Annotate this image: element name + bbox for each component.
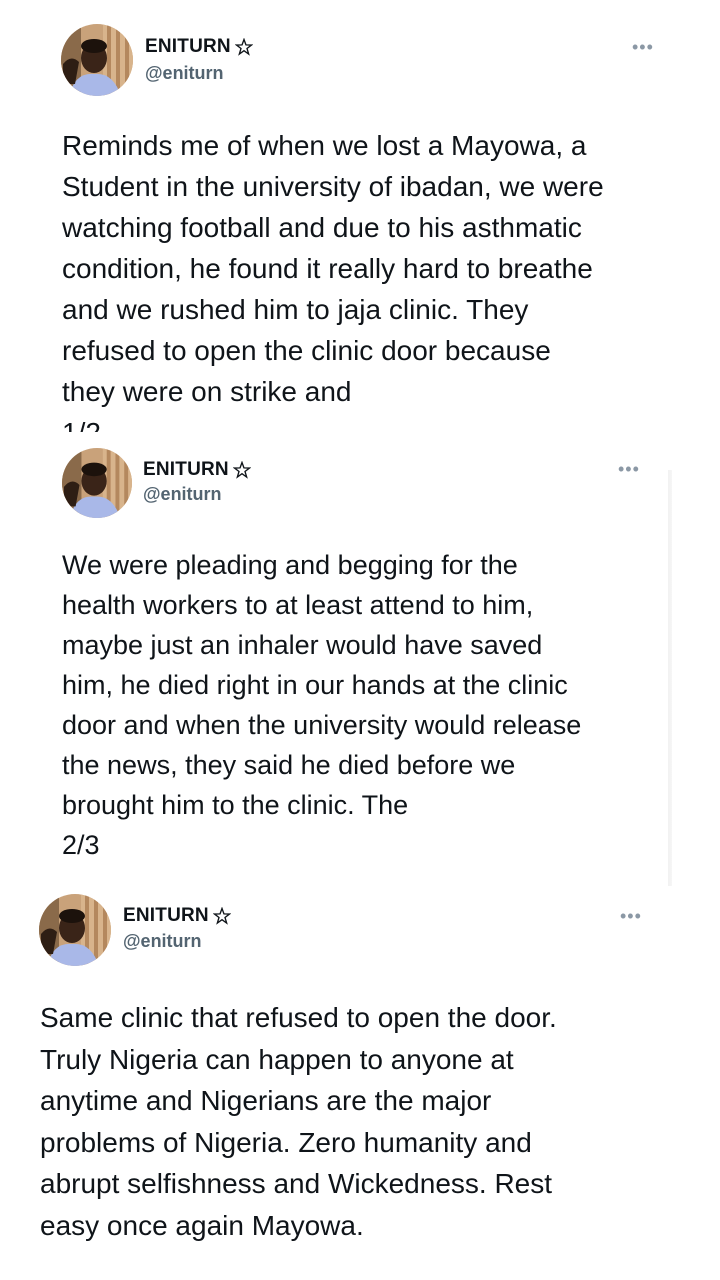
star-icon	[212, 906, 232, 925]
avatar[interactable]	[39, 894, 111, 966]
avatar-photo	[39, 894, 111, 966]
display-name-row[interactable]: ENITURN	[123, 905, 232, 927]
more-horizontal-icon[interactable]: •••	[618, 460, 640, 478]
avatar-photo	[62, 448, 132, 518]
tweet-text: We were pleading and begging for the hea…	[62, 550, 582, 860]
divider-shadow	[668, 470, 672, 890]
display-name[interactable]: ENITURN	[145, 36, 231, 58]
display-name[interactable]: ENITURN	[123, 905, 209, 927]
tweet-3: ENITURN @eniturn ••• Same clinic that re…	[0, 886, 720, 1280]
more-horizontal-icon[interactable]: •••	[620, 907, 642, 925]
user-handle[interactable]: @eniturn	[143, 484, 222, 505]
avatar[interactable]	[61, 24, 133, 96]
display-name-row[interactable]: ENITURN	[145, 36, 254, 58]
tweet-text: Same clinic that refused to open the doo…	[40, 1002, 557, 1241]
user-handle[interactable]: @eniturn	[145, 63, 224, 84]
more-horizontal-icon[interactable]: •••	[632, 38, 654, 56]
user-handle[interactable]: @eniturn	[123, 931, 202, 952]
display-name-row[interactable]: ENITURN	[143, 459, 252, 481]
star-icon	[232, 460, 252, 479]
avatar[interactable]	[62, 448, 132, 518]
display-name[interactable]: ENITURN	[143, 459, 229, 481]
tweet-text: Reminds me of when we lost a Mayowa, a S…	[62, 130, 604, 432]
star-icon	[234, 37, 254, 56]
avatar-photo	[61, 24, 133, 96]
tweet-2: ENITURN @eniturn ••• We were pleading an…	[0, 432, 720, 886]
tweet-1: ENITURN @eniturn ••• Reminds me of when …	[0, 0, 720, 432]
